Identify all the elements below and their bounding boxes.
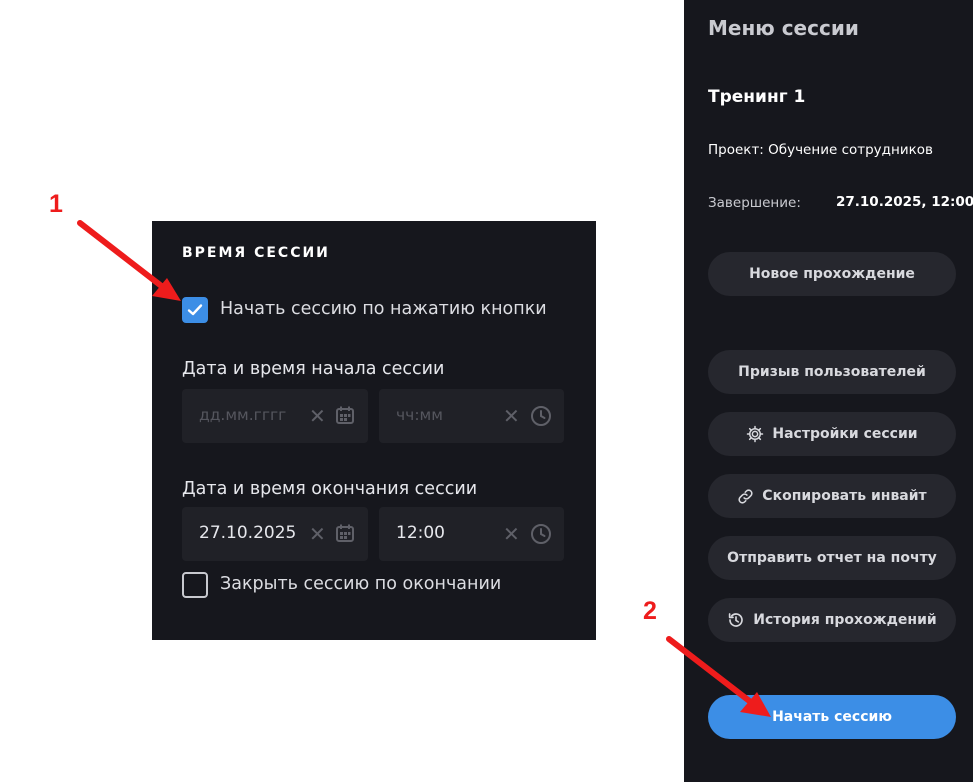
- annotation-arrow-2: [666, 636, 771, 717]
- annotation-arrow-1: [77, 220, 181, 301]
- annotation-arrows: [77, 220, 771, 717]
